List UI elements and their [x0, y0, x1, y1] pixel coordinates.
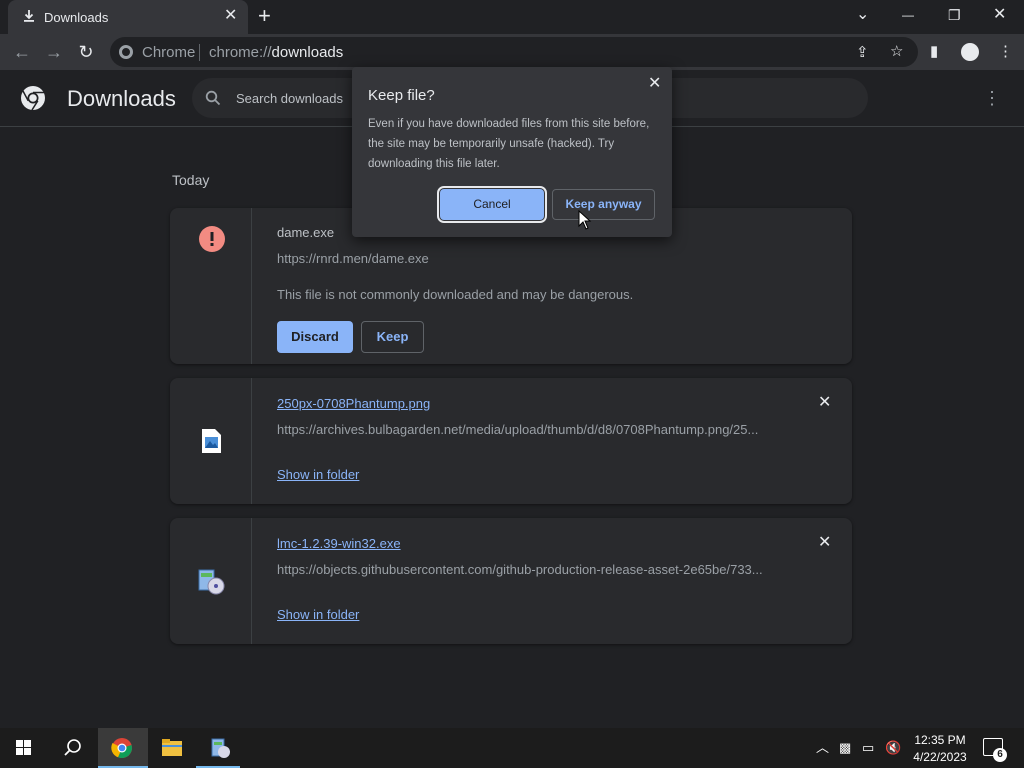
chrome-taskbar-button[interactable] [98, 728, 148, 768]
minimize-button[interactable]: — [902, 4, 914, 26]
file-explorer-icon[interactable] [148, 728, 196, 768]
side-panel-icon[interactable]: ▮ [930, 42, 938, 62]
download-warning-text: This file is not commonly downloaded and… [277, 287, 634, 302]
download-url: https://archives.bulbagarden.net/media/u… [277, 422, 759, 437]
dialog-close-icon[interactable]: ✕ [648, 73, 661, 93]
tab-close-icon[interactable]: ✕ [224, 7, 237, 25]
keep-file-dialog: Keep file? ✕ Even if you have downloaded… [352, 67, 672, 237]
volume-muted-icon[interactable]: 🔇 [885, 740, 901, 756]
download-icon-column [170, 208, 252, 364]
keep-anyway-button[interactable]: Keep anyway [552, 189, 655, 220]
downloads-menu-icon[interactable]: ⋮ [983, 88, 1001, 108]
search-taskbar-icon[interactable] [48, 728, 96, 768]
reload-icon[interactable]: ↻ [74, 40, 98, 64]
keep-button[interactable]: Keep [361, 321, 424, 353]
window-close-button[interactable]: ✕ [993, 4, 1006, 26]
tray-overflow-chevron-icon[interactable]: ︿ [816, 740, 829, 756]
download-item: lmc-1.2.39-win32.exe ✕ https://objects.g… [170, 518, 852, 644]
remove-item-close-icon[interactable]: ✕ [818, 534, 831, 552]
tab-title: Downloads [44, 10, 109, 25]
chrome-icon [119, 45, 133, 59]
browser-menu-icon[interactable]: ⋮ [998, 42, 1013, 62]
url-path: downloads [271, 44, 344, 61]
show-in-folder-link[interactable]: Show in folder [277, 607, 359, 622]
clock-date[interactable]: 4/22/2023 [912, 749, 968, 765]
app-taskbar-button[interactable] [196, 728, 244, 768]
download-filename: dame.exe [277, 225, 335, 240]
url-prefix: chrome:// [209, 44, 272, 61]
title-bar: Downloads ✕ + ⌄ — ❐ ✕ [0, 0, 1024, 34]
download-icon-column [170, 378, 252, 504]
download-filename-link[interactable]: lmc-1.2.39-win32.exe [277, 536, 401, 551]
tab-downloads[interactable]: Downloads ✕ [8, 0, 248, 34]
dialog-title: Keep file? [368, 87, 435, 104]
installer-icon [198, 569, 225, 595]
address-bar[interactable]: Chrome chrome://downloads ⇪ ☆ [110, 37, 918, 67]
back-arrow-icon[interactable]: ← [10, 40, 34, 64]
clock-time[interactable]: 12:35 PM [912, 732, 968, 748]
tray-app-icon[interactable]: ▩ [839, 740, 851, 756]
download-url: https://objects.githubusercontent.com/gi… [277, 562, 763, 577]
dialog-body: Even if you have downloaded files from t… [368, 118, 650, 170]
download-item: 250px-0708Phantump.png ✕ https://archive… [170, 378, 852, 504]
cancel-button[interactable]: Cancel [437, 186, 547, 223]
profile-avatar-icon[interactable] [961, 43, 979, 61]
mouse-cursor-icon [578, 210, 592, 230]
section-label-today: Today [172, 172, 210, 188]
bookmark-star-icon[interactable]: ☆ [890, 42, 903, 62]
page-title: Downloads [67, 86, 176, 111]
image-file-icon [202, 429, 221, 453]
forward-arrow-icon[interactable]: → [42, 40, 66, 64]
download-icon [24, 10, 34, 22]
windows-start-icon[interactable] [0, 728, 48, 768]
new-tab-button[interactable]: + [258, 5, 271, 27]
notification-count-badge: 6 [993, 748, 1007, 762]
download-icon-column [170, 518, 252, 644]
tab-search-chevron-icon[interactable]: ⌄ [856, 4, 869, 26]
download-filename-link[interactable]: 250px-0708Phantump.png [277, 396, 430, 411]
windows-taskbar: ︿ ▩ ▭ 🔇 12:35 PM 4/22/2023 6 [0, 728, 1024, 768]
show-in-folder-link[interactable]: Show in folder [277, 467, 359, 482]
chrome-taskbar-icon [111, 738, 132, 759]
share-icon[interactable]: ⇪ [856, 43, 869, 63]
warning-icon [199, 226, 225, 252]
browser-toolbar: ← → ↻ Chrome chrome://downloads ⇪ ☆ ▮ ⋮ [0, 34, 1024, 70]
chrome-logo-icon [21, 86, 45, 111]
site-chip: Chrome [142, 44, 196, 61]
search-icon [205, 90, 221, 106]
network-icon[interactable]: ▭ [862, 740, 874, 756]
remove-item-close-icon[interactable]: ✕ [818, 394, 831, 412]
address-separator [199, 44, 200, 61]
discard-button[interactable]: Discard [277, 321, 353, 353]
restore-button[interactable]: ❐ [948, 4, 961, 26]
url-text: chrome://downloads [209, 44, 343, 61]
download-url: https://rnrd.men/dame.exe [277, 251, 429, 266]
lmc-app-icon [211, 738, 230, 758]
